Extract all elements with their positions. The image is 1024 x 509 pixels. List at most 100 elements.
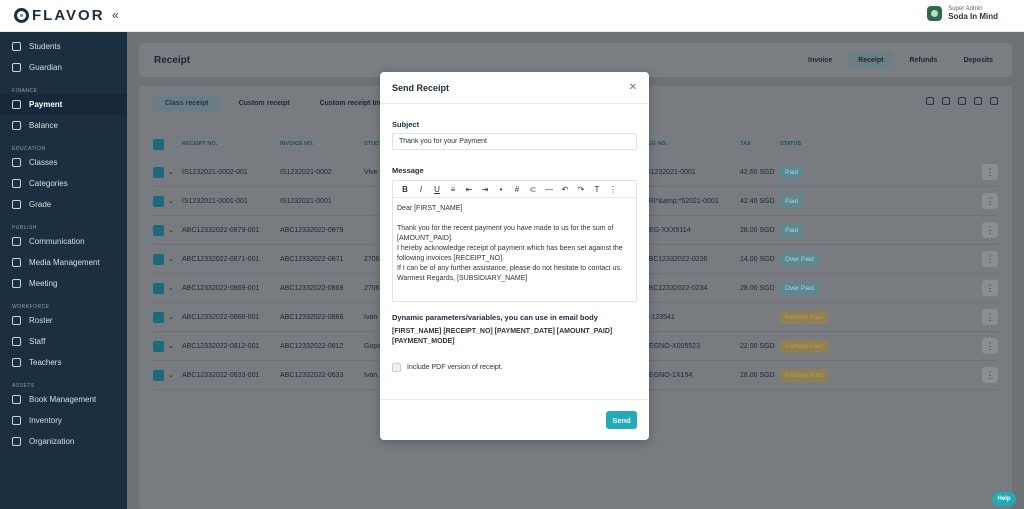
table-cell: ABC12332022-0812 [280,342,344,350]
tab-receipt[interactable]: Receipt [849,52,893,69]
include-pdf-option[interactable]: Include PDF version of receipt. [392,363,503,372]
sidebar-item-communication[interactable]: Communication [0,231,127,252]
redo-icon[interactable]: ↷ [573,185,589,194]
sidebar-item-label: Students [29,42,61,51]
sidebar-item-book-management[interactable]: Book Management [0,389,127,410]
sidebar-item-media-management[interactable]: Media Management [0,252,127,273]
user-menu[interactable]: Super Admin Soda In Mind [927,6,998,21]
sidebar-item-students[interactable]: Students [0,36,127,57]
sidebar-section-title: EDUCATION [12,146,46,152]
row-menu-button[interactable]: ⋮ [982,164,998,180]
numbered-list-icon[interactable]: # [509,185,525,194]
message-editor[interactable]: B I U ≡ ⇤ ⇥ • # ⊂ — ↶ ↷ T ⋮ Dear [FIRST_… [392,180,637,302]
table-cell: 28.00 SGD [740,226,775,234]
brand-logo[interactable]: FLAVOR [14,7,105,24]
underline-icon[interactable]: U [429,185,445,194]
help-button[interactable]: Help [992,492,1016,506]
export-icon[interactable] [974,97,982,105]
row-checkbox[interactable] [153,311,164,323]
row-checkbox[interactable] [153,340,164,352]
row-menu-button[interactable]: ⋮ [982,309,998,325]
nav-icon [12,337,21,346]
sidebar-item-label: Media Management [29,258,100,267]
nav-icon [12,279,21,288]
row-menu-button[interactable]: ⋮ [982,367,998,383]
message-line [397,214,632,224]
expand-chevron-icon[interactable]: ⌄ [168,342,182,350]
sidebar-item-classes[interactable]: Classes [0,152,127,173]
sidebar-item-grade[interactable]: Grade [0,194,127,215]
table-cell: IS1232021-0001 [280,197,332,205]
sidebar-item-inventory[interactable]: Inventory [0,410,127,431]
expand-chevron-icon[interactable]: ⌄ [168,284,182,292]
expand-chevron-icon[interactable]: ⌄ [168,168,182,176]
select-all-checkbox[interactable] [153,138,164,150]
nav-icon [12,179,21,188]
sidebar-item-categories[interactable]: Categories [0,173,127,194]
more-icon[interactable]: ⋮ [605,185,621,194]
indent-icon[interactable]: ⇥ [477,185,493,194]
send-button[interactable]: Send [606,411,637,429]
nav-icon [12,437,21,446]
more-icon[interactable] [990,97,998,105]
nav-icon [12,416,21,425]
sidebar-item-organization[interactable]: Organization [0,431,127,452]
expand-chevron-icon[interactable]: ⌄ [168,313,182,321]
link-icon[interactable]: ⊂ [525,185,541,194]
expand-chevron-icon[interactable]: ⌄ [168,197,182,205]
row-menu-button[interactable]: ⋮ [982,251,998,267]
tab-invoice[interactable]: Invoice [799,52,841,69]
filter-icon[interactable] [958,97,966,105]
clear-format-icon[interactable]: T [589,185,605,194]
tab-deposits[interactable]: Deposits [954,52,1002,69]
sidebar-section-title: FINANCE [12,88,38,94]
subtab[interactable]: Class receipt [153,95,221,112]
status-badge: Paid [780,223,804,237]
nav-icon [12,158,21,167]
bold-icon[interactable]: B [397,185,413,194]
sidebar-section-title: PUBLISH [12,225,37,231]
row-checkbox[interactable] [153,195,164,207]
sidebar-item-roster[interactable]: Roster [0,310,127,331]
row-menu-button[interactable]: ⋮ [982,222,998,238]
row-checkbox[interactable] [153,282,164,294]
sidebar-item-payment[interactable]: Payment [0,94,127,115]
tab-refunds[interactable]: Refunds [900,52,946,69]
undo-icon[interactable]: ↶ [557,185,573,194]
sidebar-item-staff[interactable]: Staff [0,331,127,352]
collapse-sidebar-icon[interactable]: « [112,8,119,22]
row-checkbox[interactable] [153,166,164,178]
row-menu-button[interactable]: ⋮ [982,280,998,296]
modal-header: Send Receipt ✕ [380,72,649,104]
table-cell: ABC12332022-0871-001 [182,255,260,263]
sidebar-item-guardian[interactable]: Guardian [0,57,127,78]
expand-chevron-icon[interactable]: ⌄ [168,226,182,234]
sidebar-item-balance[interactable]: Balance [0,115,127,136]
close-icon[interactable]: ✕ [629,82,637,93]
subject-input[interactable] [392,133,637,150]
outdent-icon[interactable]: ⇤ [461,185,477,194]
subject-label: Subject [392,120,420,129]
row-menu-button[interactable]: ⋮ [982,193,998,209]
expand-chevron-icon[interactable]: ⌄ [168,371,182,379]
expand-chevron-icon[interactable]: ⌄ [168,255,182,263]
sidebar-item-label: Teachers [29,358,62,367]
row-checkbox[interactable] [153,253,164,265]
columns-icon[interactable] [942,97,950,105]
message-body[interactable]: Dear [FIRST_NAME] Thank you for the recen… [393,198,636,290]
include-pdf-checkbox[interactable] [392,363,401,372]
user-org: Soda In Mind [948,12,998,21]
horizontal-rule-icon[interactable]: — [541,185,557,194]
italic-icon[interactable]: I [413,185,429,194]
row-checkbox[interactable] [153,224,164,236]
subtab[interactable]: Custom receipt [227,95,302,112]
bullet-list-icon[interactable]: • [493,185,509,194]
row-menu-button[interactable]: ⋮ [982,338,998,354]
sidebar-item-meeting[interactable]: Meeting [0,273,127,294]
align-icon[interactable]: ≡ [445,185,461,194]
search-icon[interactable] [926,97,934,105]
table-cell: 14.00 SGD [740,255,775,263]
sidebar-item-teachers[interactable]: Teachers [0,352,127,373]
table-cell: ABC12332022-0866-001 [182,313,260,321]
row-checkbox[interactable] [153,369,164,381]
